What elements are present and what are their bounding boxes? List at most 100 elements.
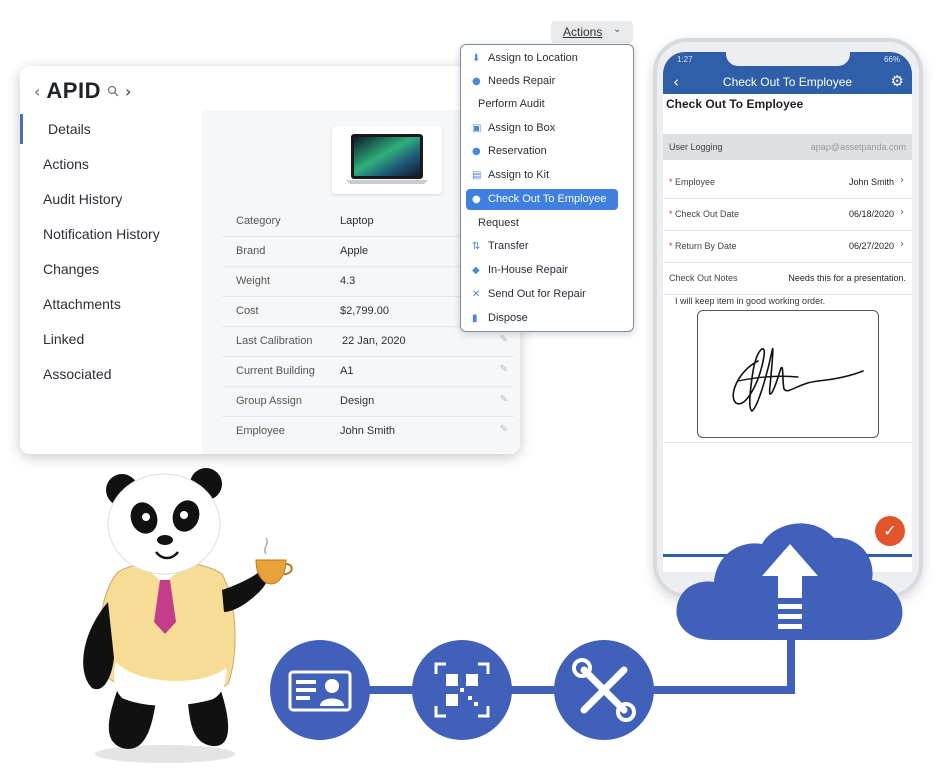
edit-pencil-icon[interactable]: ✎ bbox=[500, 424, 508, 435]
panda-mascot bbox=[83, 468, 293, 763]
field-row-current-building: Current Building A1 ✎ bbox=[222, 356, 514, 387]
box-icon: ▣ bbox=[472, 123, 482, 134]
edit-pencil-icon[interactable]: ✎ bbox=[500, 394, 508, 405]
field-value: 06/18/2020 bbox=[848, 209, 894, 219]
field-value: 06/27/2020 bbox=[848, 241, 894, 251]
repair-tools-circle bbox=[554, 640, 654, 740]
sidebar-item-notification-history[interactable]: Notification History bbox=[20, 219, 202, 249]
divider bbox=[663, 442, 912, 443]
phone-screen: 1:27 66% ‹ Check Out To Employee ⚙ Check… bbox=[663, 52, 912, 572]
field-label: Category bbox=[236, 215, 281, 227]
menu-item-needs-repair[interactable]: ● Needs Repair bbox=[466, 71, 618, 92]
phone-nav-bar: ‹ Check Out To Employee ⚙ bbox=[663, 70, 912, 94]
phone-notch bbox=[726, 52, 850, 66]
battery-level: 66% bbox=[883, 55, 900, 64]
menu-item-send-out-for-repair[interactable]: ✕ Send Out for Repair bbox=[466, 284, 618, 305]
edit-pencil-icon[interactable]: ✎ bbox=[500, 334, 508, 345]
chevron-right-icon: › bbox=[900, 175, 904, 186]
field-label: Employee bbox=[236, 425, 285, 437]
field-label: Last Calibration bbox=[236, 335, 313, 347]
menu-item-label: Reservation bbox=[488, 145, 547, 157]
qr-scan-circle bbox=[412, 640, 512, 740]
menu-item-transfer[interactable]: ⇅ Transfer bbox=[466, 236, 618, 257]
field-label: Cost bbox=[236, 305, 259, 317]
employee-field[interactable]: * Employee John Smith › bbox=[663, 166, 912, 199]
gear-icon[interactable]: ⚙ bbox=[891, 72, 904, 90]
search-icon[interactable] bbox=[107, 85, 119, 97]
field-row-group-assign: Group Assign Design ✎ bbox=[222, 386, 514, 417]
user-logging-row: User Logging apap@assetpanda.com bbox=[663, 134, 912, 160]
asset-sidebar: ‹ APID › Details Actions Audit History N… bbox=[20, 66, 202, 454]
field-value[interactable]: John Smith bbox=[340, 425, 395, 437]
field-value[interactable]: 22 Jan, 2020 bbox=[342, 335, 406, 347]
check-out-notes-field[interactable]: Check Out Notes Needs this for a present… bbox=[663, 262, 912, 295]
field-label: Brand bbox=[236, 245, 266, 257]
menu-item-assign-to-box[interactable]: ▣ Assign to Box bbox=[466, 118, 618, 139]
return-by-date-field[interactable]: * Return By Date 06/27/2020 › bbox=[663, 230, 912, 263]
field-value[interactable]: Apple bbox=[340, 245, 368, 257]
sidebar-item-changes[interactable]: Changes bbox=[20, 254, 202, 284]
person-icon: ● bbox=[472, 194, 481, 205]
asset-detail-card: ‹ APID › Details Actions Audit History N… bbox=[20, 66, 520, 454]
question-icon: ● bbox=[472, 76, 481, 87]
edit-pencil-icon[interactable]: ✎ bbox=[500, 364, 508, 375]
person-icon: ● bbox=[472, 146, 481, 157]
signature-pad[interactable] bbox=[697, 310, 879, 438]
menu-item-assign-to-kit[interactable]: ▤ Assign to Kit bbox=[466, 165, 618, 186]
field-value[interactable]: $2,799.00 bbox=[340, 305, 389, 317]
field-row-employee: Employee John Smith ✎ bbox=[222, 416, 514, 446]
asset-photo[interactable] bbox=[332, 126, 442, 194]
sidebar-item-linked[interactable]: Linked bbox=[20, 324, 202, 354]
check-out-date-field[interactable]: * Check Out Date 06/18/2020 › bbox=[663, 198, 912, 231]
signature-drawing bbox=[732, 348, 864, 412]
sidebar-item-actions[interactable]: Actions bbox=[20, 149, 202, 179]
field-value: Needs this for a presentation. bbox=[788, 273, 906, 283]
status-time: 1:27 bbox=[677, 55, 693, 64]
sidebar-item-associated[interactable]: Associated bbox=[20, 359, 202, 389]
trash-icon: ▮ bbox=[472, 313, 478, 324]
tools-icon: ✕ bbox=[472, 289, 481, 300]
prev-chevron-icon[interactable]: ‹ bbox=[34, 82, 40, 101]
menu-item-label: Assign to Kit bbox=[488, 169, 550, 181]
menu-item-label: Dispose bbox=[488, 312, 528, 324]
chevron-right-icon: › bbox=[900, 239, 904, 250]
menu-item-assign-to-location[interactable]: ⬇ Assign to Location bbox=[466, 48, 618, 69]
menu-item-in-house-repair[interactable]: ◆ In-House Repair bbox=[466, 260, 618, 281]
sidebar-item-audit-history[interactable]: Audit History bbox=[20, 184, 202, 214]
field-value[interactable]: Design bbox=[340, 395, 374, 407]
field-value[interactable]: Laptop bbox=[340, 215, 374, 227]
transfer-icon: ⇅ bbox=[472, 241, 481, 252]
field-label: * Check Out Date bbox=[669, 209, 740, 219]
menu-item-perform-audit[interactable]: Perform Audit bbox=[466, 94, 618, 115]
connector-line bbox=[650, 686, 795, 694]
field-label: Check Out Notes bbox=[669, 273, 738, 283]
actions-menu: ⬇ Assign to Location ● Needs Repair Perfor… bbox=[460, 44, 634, 332]
field-value[interactable]: 4.3 bbox=[340, 275, 355, 287]
menu-item-check-out-to-employee[interactable]: ● Check Out To Employee bbox=[466, 189, 618, 210]
field-label: Weight bbox=[236, 275, 271, 287]
field-value[interactable]: A1 bbox=[340, 365, 353, 377]
field-label: * Employee bbox=[669, 177, 716, 187]
sidebar-item-details[interactable]: Details bbox=[20, 114, 202, 144]
shield-icon: ◆ bbox=[472, 265, 480, 276]
actions-button[interactable]: Actions ⌄ bbox=[551, 21, 633, 43]
menu-item-label: Assign to Location bbox=[488, 52, 578, 64]
cloud-upload-icon bbox=[676, 523, 903, 640]
location-pin-icon: ⬇ bbox=[472, 53, 481, 64]
asset-title: APID bbox=[46, 78, 101, 103]
next-chevron-icon[interactable]: › bbox=[125, 82, 131, 101]
sidebar-item-attachments[interactable]: Attachments bbox=[20, 289, 202, 319]
chevron-down-icon: ⌄ bbox=[613, 24, 622, 35]
menu-item-request[interactable]: Request bbox=[466, 213, 618, 234]
connector-line bbox=[366, 686, 414, 694]
menu-item-reservation[interactable]: ● Reservation bbox=[466, 141, 618, 162]
field-label: Group Assign bbox=[236, 395, 303, 407]
actions-button-label: Actions bbox=[563, 25, 603, 39]
connector-line bbox=[508, 686, 556, 694]
kit-icon: ▤ bbox=[472, 170, 482, 181]
menu-item-label: Assign to Box bbox=[488, 122, 556, 134]
menu-item-dispose[interactable]: ▮ Dispose bbox=[466, 308, 618, 329]
menu-item-label: Send Out for Repair bbox=[488, 288, 586, 300]
field-label: Current Building bbox=[236, 365, 315, 377]
menu-item-label: Request bbox=[478, 217, 519, 229]
